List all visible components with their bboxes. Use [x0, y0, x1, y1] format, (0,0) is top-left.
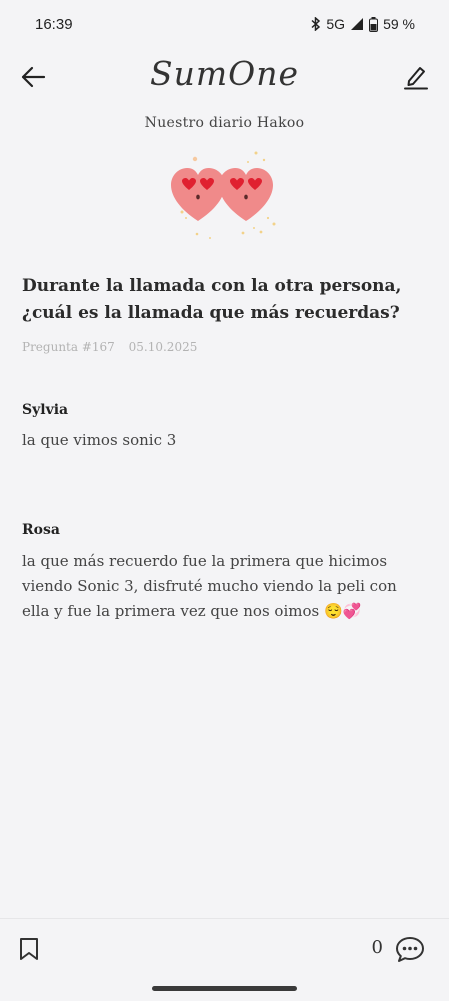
answer-author: Rosa [22, 522, 60, 538]
answer-text: la que más recuerdo fue la primera que h… [22, 552, 397, 620]
comment-icon[interactable] [395, 935, 425, 963]
bookmark-icon[interactable] [18, 937, 40, 961]
diary-name: Nuestro diario Hakoo [144, 115, 305, 131]
status-time: 16:39 [35, 16, 73, 33]
question-date: 05.10.2025 [128, 340, 198, 354]
signal-icon [351, 18, 364, 30]
app-logo: SumOne [150, 54, 299, 93]
question-meta: Pregunta #167 05.10.2025 [22, 340, 197, 354]
answer-text: la que vimos sonic 3 [22, 431, 177, 449]
status-bar: 16:39 5G 59 % [0, 0, 449, 50]
question-text: Durante la llamada con la otra persona, … [22, 276, 402, 323]
comment-count: 0 [371, 937, 383, 958]
answer-author: Sylvia [22, 402, 69, 418]
bluetooth-icon [311, 17, 321, 31]
battery-level: 59 % [383, 16, 415, 32]
battery-icon [369, 16, 379, 32]
network-type: 5G [326, 16, 346, 32]
status-icons: 5G 59 % [311, 16, 415, 32]
hearts-illustration [171, 151, 276, 239]
top-header: SumOne [0, 52, 449, 102]
edit-pen-icon[interactable] [403, 62, 429, 90]
question-number: Pregunta #167 [22, 340, 115, 354]
home-indicator[interactable] [152, 986, 297, 991]
